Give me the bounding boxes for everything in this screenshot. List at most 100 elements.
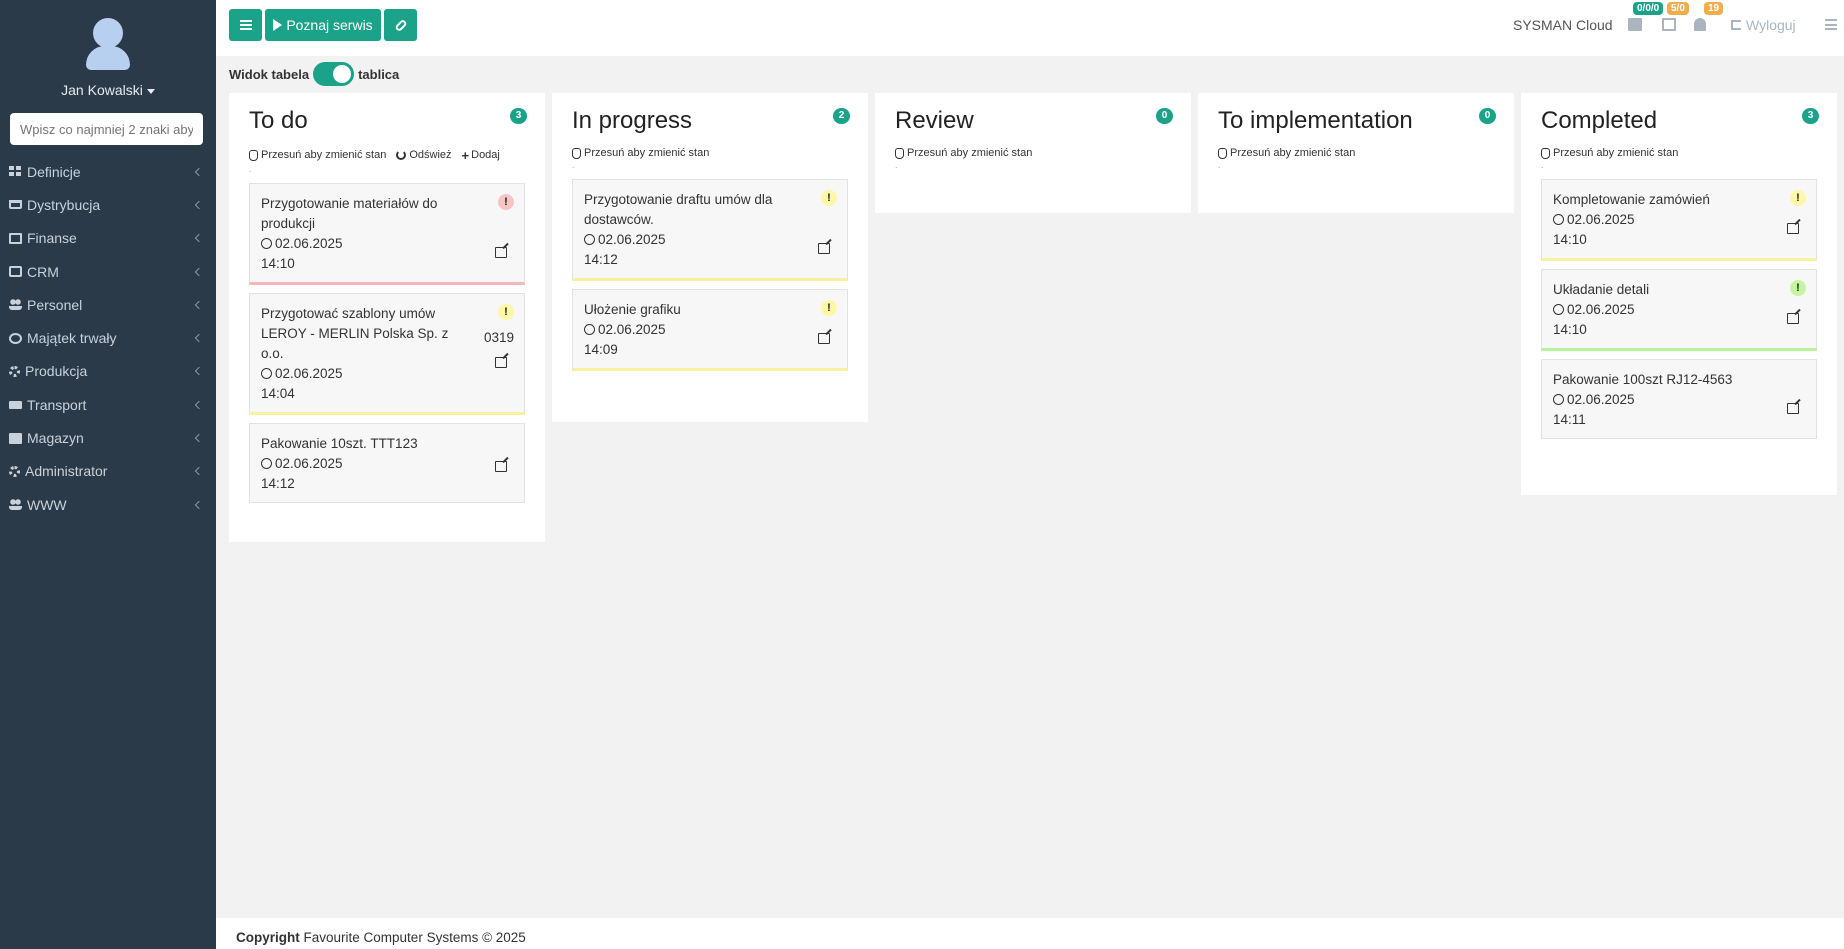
task-card[interactable]: Pakowanie 10szt. TTT123 02.06.2025 14:12 — [249, 423, 525, 503]
task-title: Przygotować szablony umów LEROY - MERLIN… — [261, 306, 449, 361]
chevron-left-icon — [194, 400, 204, 409]
column-todo: To do 3 Przesuń aby zmienić stan Odśwież… — [229, 93, 545, 542]
column-actions: Przesuń aby zmienić stan — [572, 145, 848, 161]
drag-hint: Przesuń aby zmienić stan — [1553, 147, 1679, 159]
envelope-icon[interactable] — [1628, 18, 1642, 31]
edit-icon[interactable] — [495, 357, 507, 368]
edit-icon[interactable] — [495, 247, 507, 258]
chevron-left-icon — [194, 200, 204, 210]
chevron-left-icon — [194, 433, 204, 443]
chevron-left-icon — [194, 500, 204, 509]
clock-icon — [1553, 394, 1564, 405]
toggle-sidebar-button[interactable] — [229, 9, 262, 41]
task-date: 02.06.2025 — [1567, 302, 1635, 317]
footer-company: Favourite Computer Systems © 2025 — [303, 930, 526, 945]
chevron-left-icon — [194, 267, 204, 276]
task-title: Przygotowanie draftu umów dla dostawców. — [584, 192, 773, 227]
bell-icon[interactable] — [1694, 18, 1706, 31]
clock-icon — [261, 458, 272, 469]
search-input[interactable] — [10, 113, 203, 145]
th-large-icon — [9, 166, 22, 178]
edit-icon[interactable] — [1787, 313, 1799, 324]
footer: Copyright Favourite Computer Systems © 2… — [216, 918, 1844, 949]
gear-icon — [9, 365, 20, 377]
column-review: Review 0 Przesuń aby zmienić stan . — [875, 93, 1191, 213]
hand-pointer-icon — [572, 147, 581, 159]
sidebar-item-dystrybucja[interactable]: Dystrybucja — [0, 188, 216, 221]
sidebar-item-produkcja[interactable]: Produkcja — [0, 355, 216, 388]
task-time: 14:12 — [584, 252, 618, 267]
brand-name: SYSMAN Cloud — [1513, 17, 1613, 33]
drag-hint: Przesuń aby zmienić stan — [584, 147, 710, 159]
mail-badge: 0/0/0 — [1633, 2, 1664, 15]
sidebar-item-administrator[interactable]: Administrator — [0, 455, 216, 488]
chevron-left-icon — [194, 333, 204, 343]
column-actions: Przesuń aby zmienić stan Odśwież + Dodaj — [249, 145, 525, 165]
task-card[interactable]: Ułożenie grafiku 02.06.2025 14:09 ! — [572, 289, 848, 371]
logout-link[interactable]: Wyloguj — [1731, 17, 1796, 33]
sidebar-item-majatek-trwaly[interactable]: Majątek trwały — [0, 321, 216, 354]
column-count-badge: 2 — [833, 108, 850, 124]
task-time: 14:11 — [1553, 412, 1586, 427]
task-card[interactable]: Pakowanie 100szt RJ12-4563 02.06.2025 14… — [1541, 359, 1817, 439]
clock-icon — [261, 368, 272, 379]
add-button[interactable]: + Dodaj — [462, 148, 500, 163]
task-date: 02.06.2025 — [275, 456, 343, 471]
sign-out-icon — [1731, 20, 1741, 30]
id-card-icon — [9, 266, 22, 278]
view-board-label: tablica — [358, 66, 400, 82]
tour-button[interactable]: Poznaj serwis — [265, 9, 381, 41]
clock-icon — [1553, 304, 1564, 315]
task-time: 14:09 — [584, 342, 618, 357]
column-count-badge: 3 — [1802, 108, 1819, 124]
task-title: Kompletowanie zamówień — [1553, 192, 1710, 207]
view-switch[interactable] — [313, 62, 355, 86]
sidebar-item-magazyn[interactable]: Magazyn — [0, 421, 216, 454]
drag-hint: Przesuń aby zmienić stan — [907, 147, 1033, 159]
column-to-implementation: To implementation 0 Przesuń aby zmienić … — [1198, 93, 1514, 213]
footer-copyright-label: Copyright — [236, 930, 300, 945]
users-icon — [9, 299, 22, 311]
task-time: 14:12 — [261, 476, 295, 491]
sidebar-item-finanse[interactable]: Finanse — [0, 222, 216, 255]
edit-icon[interactable] — [818, 243, 830, 254]
column-actions: Przesuń aby zmienić stan — [895, 145, 1171, 161]
link-button[interactable] — [384, 9, 417, 41]
hamburger-icon — [239, 20, 252, 30]
task-card[interactable]: Przygotowanie materiałów do produkcji 02… — [249, 183, 525, 285]
task-card[interactable]: Przygotować szablony umów LEROY - MERLIN… — [249, 293, 525, 415]
hand-pointer-icon — [1541, 147, 1550, 159]
sidebar-item-crm[interactable]: CRM — [0, 255, 216, 288]
task-card[interactable]: Przygotowanie draftu umów dla dostawców.… — [572, 179, 848, 281]
refresh-button[interactable]: Odśwież — [396, 149, 452, 161]
task-title: Przygotowanie materiałów do produkcji — [261, 196, 438, 231]
edit-icon[interactable] — [1787, 223, 1799, 234]
drag-hint: Przesuń aby zmienić stan — [1230, 147, 1356, 159]
task-card[interactable]: Układanie detali 02.06.2025 14:10 ! — [1541, 269, 1817, 351]
user-menu[interactable]: Jan Kowalski — [0, 82, 216, 98]
task-time: 14:04 — [261, 386, 295, 401]
edit-icon[interactable] — [818, 333, 830, 344]
sidebar-item-www[interactable]: WWW — [0, 488, 216, 521]
sidebar-item-definicje[interactable]: Definicje — [0, 155, 216, 188]
sidebar-item-transport[interactable]: Transport — [0, 388, 216, 421]
hand-pointer-icon — [1218, 147, 1227, 159]
priority-exclamation-icon: ! — [821, 190, 837, 206]
task-card[interactable]: Kompletowanie zamówień 02.06.2025 14:10 … — [1541, 179, 1817, 261]
column-actions: Przesuń aby zmienić stan — [1541, 145, 1817, 161]
column-count-badge: 0 — [1479, 108, 1496, 124]
settings-menu-icon[interactable] — [1825, 19, 1837, 30]
task-date: 02.06.2025 — [275, 236, 343, 251]
column-title: To implementation — [1218, 107, 1413, 134]
priority-exclamation-icon: ! — [498, 194, 514, 210]
edit-icon[interactable] — [495, 461, 507, 472]
sidebar-item-personel[interactable]: Personel — [0, 288, 216, 321]
files-icon[interactable] — [1662, 18, 1676, 31]
edit-icon[interactable] — [1787, 403, 1799, 414]
link-icon — [393, 18, 408, 32]
user-name: Jan Kowalski — [61, 82, 143, 98]
chevron-left-icon — [194, 367, 204, 376]
column-title: To do — [249, 107, 308, 134]
column-count-badge: 3 — [510, 108, 527, 124]
hand-pointer-icon — [895, 147, 904, 159]
